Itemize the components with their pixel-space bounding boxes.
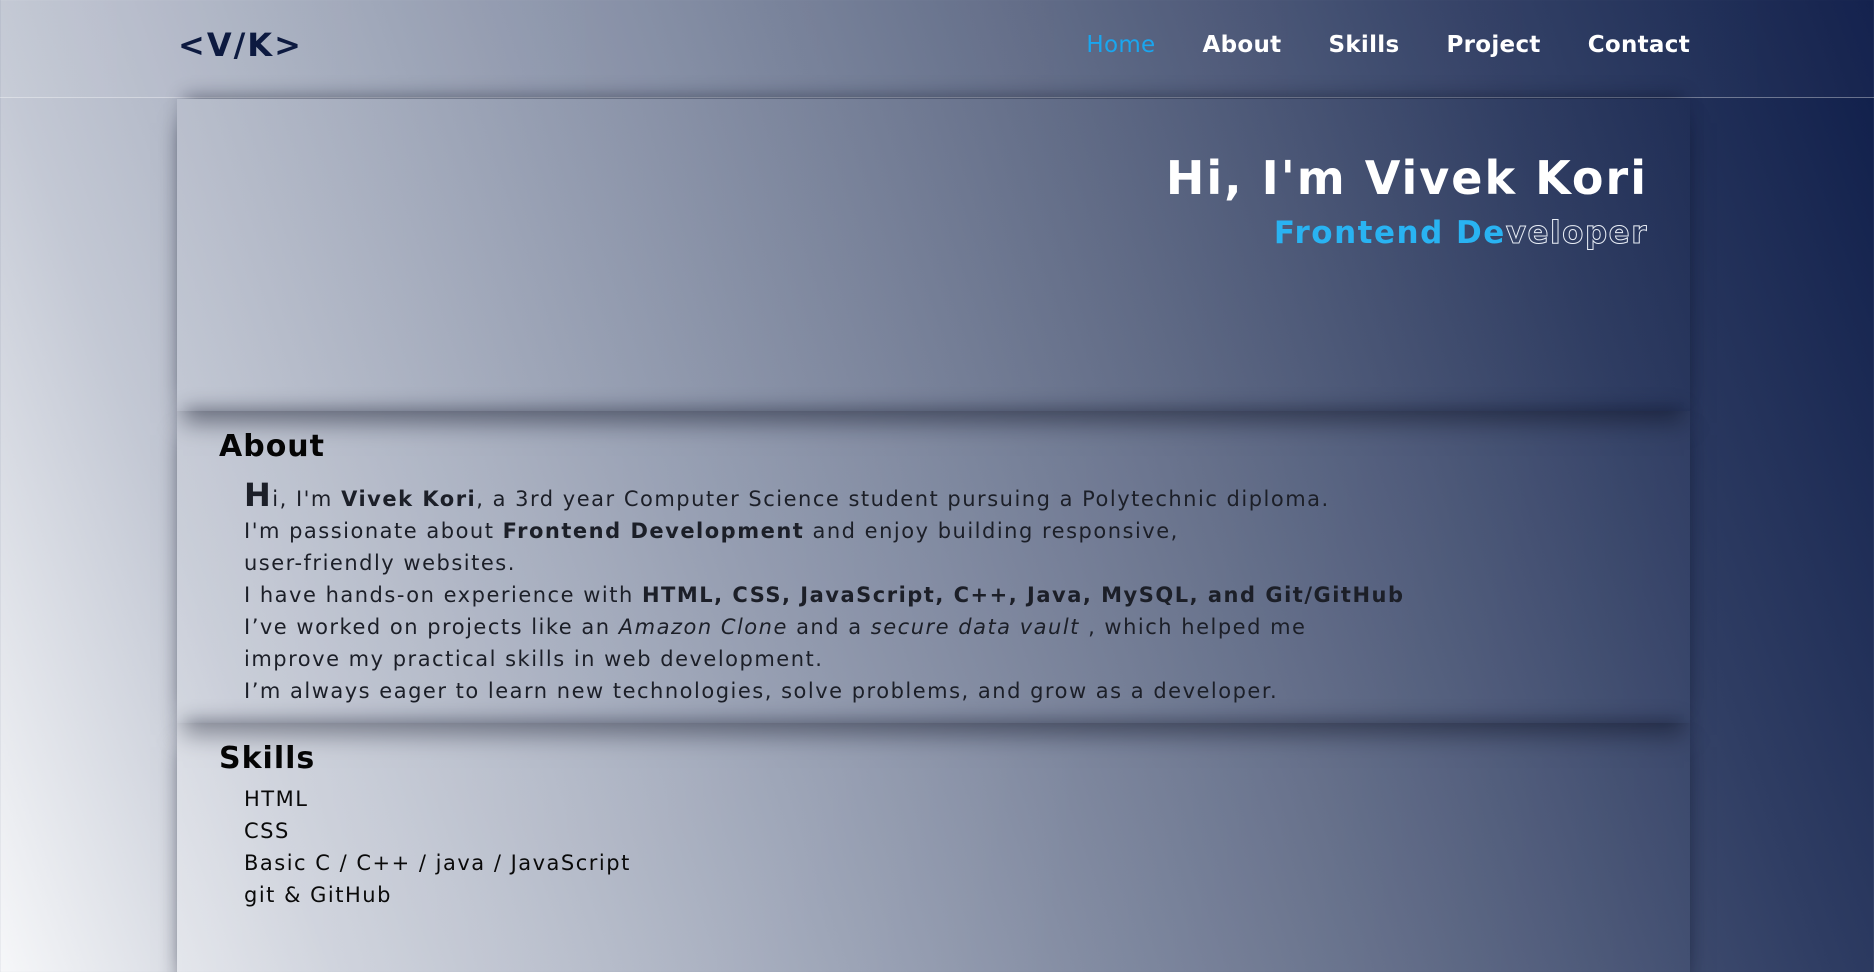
about-text-part: and a xyxy=(787,615,871,639)
skill-item: Basic C / C++ / java / JavaScript xyxy=(244,851,631,875)
about-line: I’ve worked on projects like an Amazon C… xyxy=(244,611,1344,643)
hero-subtitle: Frontend Developer xyxy=(1273,215,1648,252)
nav-link-skills[interactable]: Skills xyxy=(1328,32,1399,58)
navbar: <V/K> Home About Skills Project Contact xyxy=(0,0,1874,98)
nav-link-home[interactable]: Home xyxy=(1086,32,1155,58)
skills-list: HTML CSS Basic C / C++ / java / JavaScri… xyxy=(244,783,631,911)
about-bold: Frontend Development xyxy=(502,519,805,543)
about-text-part: , which helped me xyxy=(1079,615,1307,639)
skills-section: Skills HTML CSS Basic C / C++ / java / J… xyxy=(177,723,1690,972)
about-section: About Hi, I'm Vivek Kori, a 3rd year Com… xyxy=(177,411,1690,723)
about-bold: HTML, CSS, JavaScript, C++, Java, MySQL,… xyxy=(641,583,1405,607)
about-text-part: , a 3rd year Computer Science student pu… xyxy=(476,487,1330,511)
drop-cap: H xyxy=(244,476,273,514)
about-text-part: I have hands-on experience with xyxy=(244,583,642,607)
about-text-part: I’ve worked on projects like an xyxy=(244,615,619,639)
about-italic: secure data vault xyxy=(870,615,1080,639)
about-italic: Amazon Clone xyxy=(618,615,788,639)
skill-item: CSS xyxy=(244,819,290,843)
hero-section: Hi, I'm Vivek Kori Frontend Developer xyxy=(177,99,1690,411)
nav-link-project[interactable]: Project xyxy=(1446,32,1540,58)
skill-item: git & GitHub xyxy=(244,883,392,907)
about-text-part: i, I'm xyxy=(272,487,342,511)
skill-item: HTML xyxy=(244,787,309,811)
about-text-part: I'm passionate about xyxy=(244,519,503,543)
hero-subtitle-outline: veloper xyxy=(1505,215,1648,252)
about-text: Hi, I'm Vivek Kori, a 3rd year Computer … xyxy=(244,479,1403,707)
skills-heading: Skills xyxy=(219,741,316,776)
about-line: improve my practical skills in web devel… xyxy=(244,647,824,671)
about-text-part: and enjoy building responsive, xyxy=(804,519,1179,543)
about-line: I’m always eager to learn new technologi… xyxy=(244,679,1279,703)
about-line: I'm passionate about Frontend Developmen… xyxy=(244,515,1344,547)
about-line: user-friendly websites. xyxy=(244,551,516,575)
hero-subtitle-typed: Frontend De xyxy=(1273,215,1506,251)
nav-link-contact[interactable]: Contact xyxy=(1588,32,1690,58)
nav-link-about[interactable]: About xyxy=(1203,32,1282,58)
hero-title: Hi, I'm Vivek Kori xyxy=(1165,151,1648,205)
site-logo[interactable]: <V/K> xyxy=(178,26,303,64)
about-line: I have hands-on experience with HTML, CS… xyxy=(244,579,1403,611)
about-heading: About xyxy=(219,429,326,464)
about-name: Vivek Kori xyxy=(341,487,477,511)
about-line: Hi, I'm Vivek Kori, a 3rd year Computer … xyxy=(244,479,1344,515)
nav-links: Home About Skills Project Contact xyxy=(1086,32,1690,58)
